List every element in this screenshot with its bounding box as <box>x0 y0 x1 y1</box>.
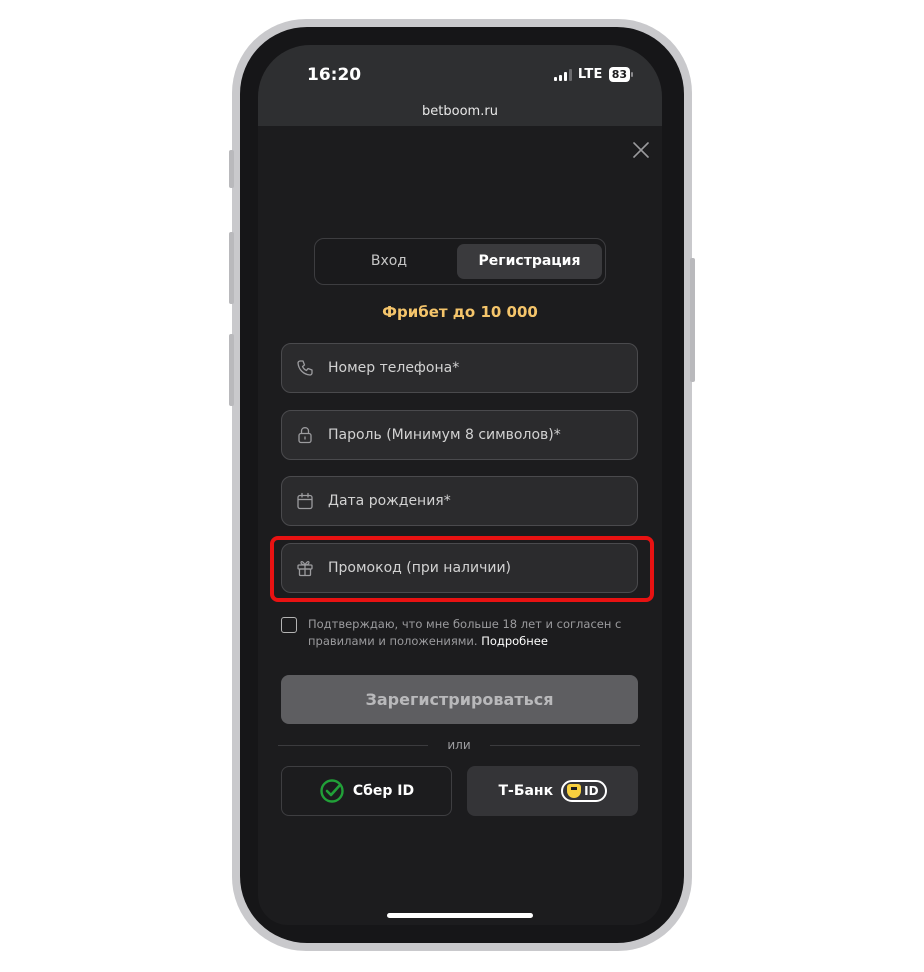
tbank-id-button[interactable]: Т-Банк ID <box>467 766 638 816</box>
signal-icon <box>553 68 572 81</box>
sber-logo-icon <box>320 779 344 803</box>
browser-url[interactable]: betboom.ru <box>258 104 662 119</box>
password-field[interactable]: Пароль (Минимум 8 символов)* <box>281 410 638 460</box>
tbank-id-content: Т-Банк ID <box>467 766 638 816</box>
gift-icon <box>297 560 313 577</box>
birthdate-field-placeholder: Дата рождения* <box>328 493 451 509</box>
birthdate-field[interactable]: Дата рождения* <box>281 476 638 526</box>
phone-volume-down <box>229 334 234 406</box>
consent-checkbox[interactable] <box>281 617 297 633</box>
sber-id-label: Сбер ID <box>352 783 415 799</box>
sber-id-button[interactable]: Сбер ID <box>281 766 452 816</box>
phone-icon <box>297 360 313 376</box>
or-divider: или <box>278 737 640 753</box>
consent-text: Подтверждаю, что мне больше 18 лет и сог… <box>308 616 638 650</box>
phone-field[interactable]: Номер телефона* <box>281 343 638 393</box>
tbank-label: Т-Банк <box>498 783 554 799</box>
lock-icon <box>298 427 312 444</box>
network-type: LTE <box>577 67 603 82</box>
tbank-id-badge: ID <box>561 780 607 802</box>
status-indicators: LTE 83 <box>553 67 634 82</box>
tbank-shield-icon <box>567 784 582 798</box>
password-field-placeholder: Пароль (Минимум 8 символов)* <box>328 427 561 443</box>
phone-screen: 16:20 LTE 83 betboom.ru Вход Регистрация… <box>258 45 662 925</box>
phone-side-button <box>229 150 234 188</box>
home-indicator[interactable] <box>387 913 533 918</box>
freebet-banner: Фрибет до 10 000 <box>382 303 538 321</box>
calendar-icon <box>297 492 313 510</box>
auth-tabs: Вход Регистрация <box>314 238 606 285</box>
phone-volume-up <box>229 232 234 304</box>
promocode-field[interactable]: Промокод (при наличии) <box>281 543 638 593</box>
tab-login[interactable]: Вход <box>319 244 459 279</box>
consent-more-link[interactable]: Подробнее <box>481 634 548 648</box>
register-button[interactable]: Зарегистрироваться <box>281 675 638 724</box>
promocode-field-placeholder: Промокод (при наличии) <box>328 560 512 576</box>
tbank-id-badge-text: ID <box>584 784 599 798</box>
phone-field-placeholder: Номер телефона* <box>328 360 460 376</box>
status-time: 16:20 <box>307 65 362 85</box>
sber-id-content: Сбер ID <box>282 767 451 815</box>
battery-icon: 83 <box>608 67 634 82</box>
divider-text: или <box>447 738 471 752</box>
tab-registration[interactable]: Регистрация <box>457 244 602 279</box>
consent-statement: Подтверждаю, что мне больше 18 лет и сог… <box>308 617 622 648</box>
browser-top-bar: 16:20 LTE 83 betboom.ru <box>258 45 662 126</box>
close-icon[interactable] <box>630 139 652 161</box>
phone-power-button <box>690 258 695 382</box>
